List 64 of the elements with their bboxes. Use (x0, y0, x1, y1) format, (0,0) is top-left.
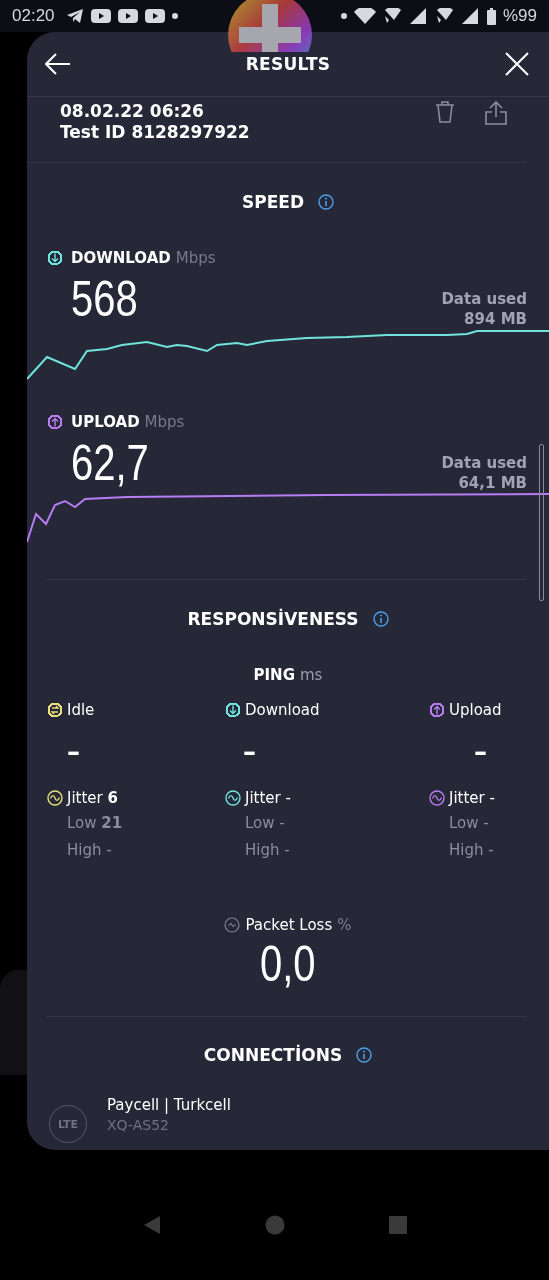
close-icon[interactable] (505, 52, 529, 76)
call-icon (434, 8, 455, 24)
test-id: Test ID 8128297922 (60, 122, 251, 143)
video-icon (144, 9, 165, 23)
share-icon[interactable] (485, 101, 507, 125)
speed-label: DOWNLOAD (71, 249, 171, 267)
speed-unit: Mbps (175, 249, 216, 267)
speed-unit: Mbps (144, 413, 185, 431)
jitter-icon (429, 790, 445, 806)
ping-type-label: Download (245, 701, 320, 719)
packet-loss-icon (224, 917, 241, 933)
battery-level: %99 (502, 6, 537, 26)
jitter-icon (47, 790, 63, 806)
data-used-label: Data used (441, 289, 527, 309)
server-name: XQ-AS52 (107, 1116, 171, 1135)
dot-icon (171, 13, 178, 19)
scrollbar[interactable] (539, 444, 544, 601)
section-title: CONNECTİONS (203, 1045, 343, 1065)
call-icon (382, 8, 403, 24)
high-text: High - (244, 840, 291, 861)
dot-icon (340, 13, 347, 19)
delete-icon[interactable] (435, 101, 455, 123)
data-used-label: Data used (441, 453, 527, 473)
high-text: High - (449, 840, 495, 861)
jitter-text: Jitter - (245, 789, 291, 807)
telegram-icon (65, 9, 84, 23)
low-text: Low - (449, 813, 490, 834)
data-used-value: 64,1 MB (458, 473, 527, 493)
packet-loss-label: Packet Loss (245, 916, 333, 934)
video-icon (117, 9, 138, 23)
screen-title: RESULTS (245, 54, 331, 74)
info-icon[interactable] (356, 1047, 373, 1063)
low-text: Low 21 (66, 813, 124, 834)
clock: 02:20 (12, 6, 55, 26)
back-arrow-icon[interactable] (45, 53, 71, 75)
signal-icon (461, 8, 480, 24)
ping-type-label: Upload (449, 701, 502, 719)
ping-type-label: Idle (67, 701, 95, 719)
section-title: SPEED (241, 192, 304, 212)
high-text: High - (66, 840, 113, 861)
jitter-icon (225, 790, 241, 806)
jitter-text: Jitter 6 (67, 789, 118, 807)
jitter-text: Jitter - (449, 789, 495, 807)
ping-label: PING (253, 666, 295, 684)
video-icon (90, 9, 111, 23)
test-date: 08.02.22 06:26 (60, 101, 205, 122)
speed-value: 62,7 (71, 437, 149, 489)
signal-icon (409, 8, 428, 24)
speed-label: UPLOAD (71, 413, 140, 431)
info-icon[interactable] (318, 194, 334, 210)
ping-unit: ms (300, 666, 323, 684)
wifi-icon (353, 8, 376, 24)
section-title: RESPONSİVENESS (187, 609, 359, 629)
provider-name: Paycell | Turkcell (107, 1095, 231, 1115)
info-icon[interactable] (372, 611, 389, 627)
speed-value: 568 (71, 273, 138, 325)
ping-value: – (242, 736, 257, 769)
low-text: Low - (244, 813, 286, 834)
ping-value: – (66, 736, 81, 769)
packet-loss-value: 0,0 (260, 938, 316, 990)
data-used-value: 894 MB (464, 309, 527, 329)
packet-loss-unit: % (337, 916, 352, 934)
battery-icon (486, 7, 496, 25)
ping-value: – (473, 736, 488, 769)
